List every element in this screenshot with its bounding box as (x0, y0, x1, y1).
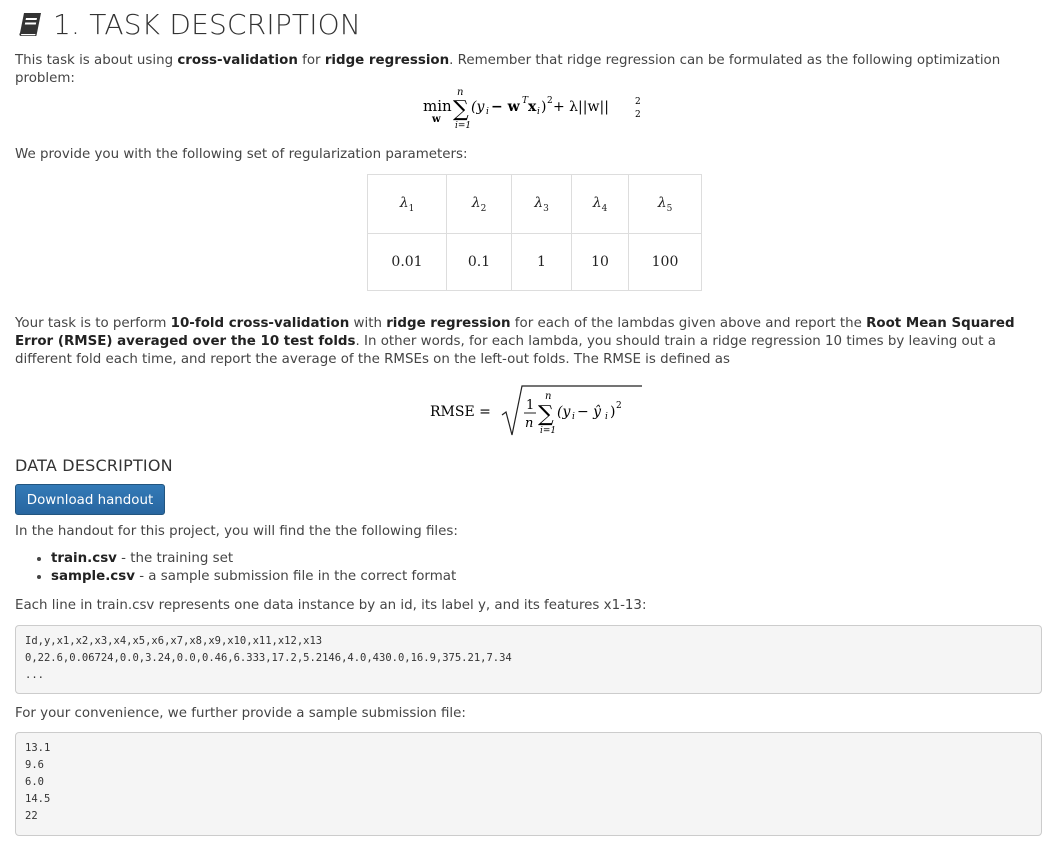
task-paragraph: Your task is to perform 10-fold cross-va… (15, 316, 1015, 367)
svg-text:i: i (572, 412, 575, 422)
svg-text:1: 1 (526, 398, 534, 413)
svg-text:i=1: i=1 (455, 121, 471, 131)
svg-text:2: 2 (616, 401, 622, 411)
handout-text: In the handout for this project, you wil… (15, 524, 458, 539)
svg-text:x: x (528, 99, 537, 115)
data-description-heading: DATA DESCRIPTION (15, 456, 173, 475)
svg-text:i=1: i=1 (540, 426, 556, 436)
file-list: train.csv - the training set sample.csv … (15, 550, 456, 586)
lambda-header: λ3 (511, 174, 572, 234)
svg-text:): ) (610, 404, 615, 420)
svg-text:RMSE =: RMSE = (430, 404, 491, 420)
svg-text:(y: (y (557, 404, 571, 420)
svg-text:i: i (605, 412, 608, 422)
svg-text:w: w (431, 114, 441, 125)
lambda-value: 1 (511, 233, 572, 291)
svg-text:+ λ||w||: + λ||w|| (553, 99, 609, 115)
list-item: train.csv - the training set (51, 550, 456, 568)
svg-text:2: 2 (635, 110, 641, 120)
book-icon (19, 13, 41, 36)
page-title: 1. TASK DESCRIPTION (53, 7, 362, 41)
sum-symbol: ∑ (538, 402, 554, 427)
lambda-header: λ2 (446, 174, 512, 234)
svg-text:− ŷ: − ŷ (577, 403, 602, 420)
submission-sample: 13.1 9.6 6.0 14.5 22 (15, 732, 1042, 836)
download-handout-button[interactable]: Download handout (15, 484, 165, 515)
train-csv-sample: Id,y,x1,x2,x3,x4,x5,x6,x7,x8,x9,x10,x11,… (15, 625, 1042, 694)
lambda-value: 10 (571, 233, 629, 291)
svg-text:n: n (545, 391, 551, 402)
params-text: We provide you with the following set of… (15, 147, 468, 162)
sum-symbol: ∑ (453, 97, 469, 122)
lambda-value-row: 0.01 0.1 1 10 100 (367, 233, 702, 291)
lambda-value: 100 (628, 233, 702, 291)
rmse-equation: RMSE = 1 n n ∑ i=1 (y i − ŷ i ) 2 (430, 385, 642, 436)
each-line-text: Each line in train.csv represents one da… (15, 598, 647, 613)
svg-text:i: i (486, 107, 489, 117)
lambda-header: λ1 (367, 174, 447, 234)
lambda-header-row: λ1 λ2 λ3 λ4 λ5 (367, 174, 702, 234)
list-item: sample.csv - a sample submission file in… (51, 568, 456, 586)
svg-text:i: i (537, 107, 540, 117)
svg-text:): ) (541, 99, 546, 115)
title-row: 1. TASK DESCRIPTION (15, 4, 361, 44)
svg-text:n: n (525, 416, 533, 431)
svg-text:− w: − w (491, 99, 521, 115)
ridge-objective-equation: min w n ∑ i=1 (y i − w T x i ) 2 + λ||w|… (423, 87, 641, 131)
convenience-text: For your convenience, we further provide… (15, 706, 466, 721)
lambda-header: λ5 (628, 174, 702, 234)
svg-text:(y: (y (471, 99, 485, 115)
svg-text:2: 2 (547, 96, 553, 106)
lambda-header: λ4 (571, 174, 629, 234)
svg-text:2: 2 (635, 97, 641, 107)
svg-text:min: min (423, 97, 452, 115)
lambda-value: 0.1 (446, 233, 512, 291)
lambda-table: λ1 λ2 λ3 λ4 λ5 0.01 0.1 1 10 100 (367, 174, 702, 291)
lambda-value: 0.01 (367, 233, 447, 291)
